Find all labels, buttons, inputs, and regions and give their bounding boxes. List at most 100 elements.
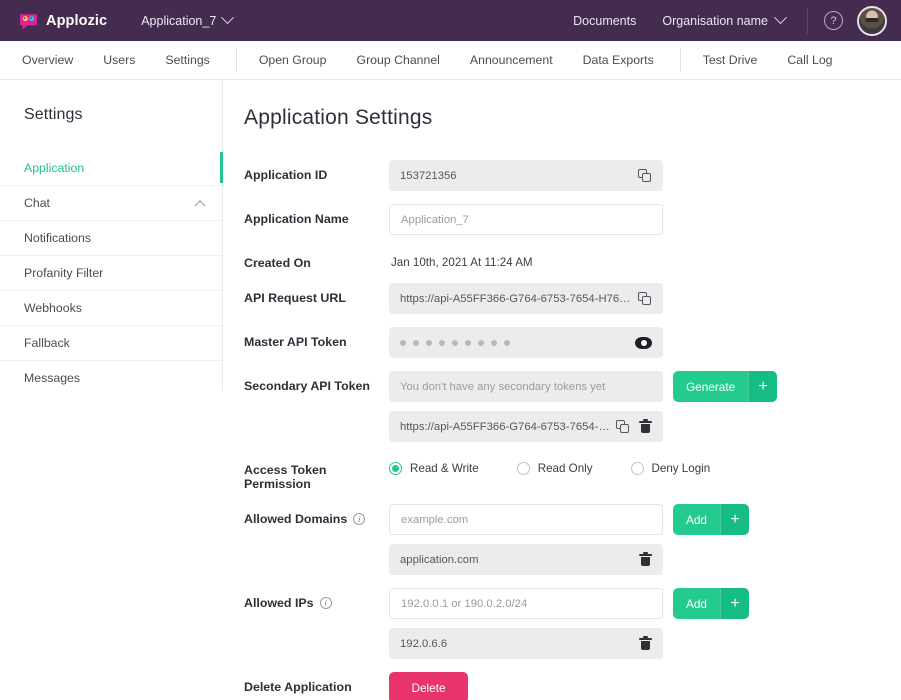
nav-divider — [679, 48, 681, 72]
sidebar-item-label: Application — [24, 160, 85, 175]
sidebar-item-webhooks[interactable]: Webhooks — [0, 290, 222, 325]
row-application-name: Application Name Application_7 — [244, 204, 901, 235]
sidebar-list: Application Chat Notifications Profanity… — [0, 150, 223, 395]
sidebar-title: Settings — [24, 106, 83, 123]
add-ip-button[interactable]: Add + — [673, 588, 749, 619]
organisation-switcher-label: Organisation name — [662, 13, 768, 28]
sidebar-item-messages[interactable]: Messages — [0, 360, 222, 395]
add-domain-label: Add — [673, 504, 720, 535]
chevron-up-icon — [194, 200, 206, 212]
trash-icon[interactable] — [639, 635, 652, 651]
trash-icon[interactable] — [639, 418, 652, 434]
sidebar-item-notifications[interactable]: Notifications — [0, 220, 222, 255]
master-api-token-field — [389, 327, 663, 358]
applozic-speech-bubble-logo — [18, 11, 39, 31]
radio-label: Read & Write — [410, 462, 479, 475]
sidebar-item-label: Messages — [24, 371, 81, 385]
info-icon[interactable]: i — [353, 513, 366, 525]
radio-indicator — [516, 462, 530, 475]
allowed-domains-placeholder: example.com — [401, 513, 469, 526]
allowed-ip-value: 192.0.6.6 — [400, 637, 448, 650]
plus-icon: + — [748, 371, 778, 402]
copy-icon[interactable] — [616, 419, 630, 434]
created-on-value: Jan 10th, 2021 At 11:24 AM — [391, 256, 533, 269]
sidebar-item-label: Fallback — [24, 336, 70, 350]
delete-application-button[interactable]: Delete — [389, 672, 468, 700]
sidebar-item-fallback[interactable]: Fallback — [0, 325, 222, 360]
avatar[interactable] — [857, 5, 887, 36]
plus-icon: + — [720, 588, 749, 619]
application-switcher[interactable]: Application_7 — [141, 11, 235, 28]
help-icon[interactable]: ? — [824, 11, 843, 30]
api-request-url-value: https://api-A55FF366-G764-6753-7654-H76F… — [400, 292, 632, 305]
radio-deny-login[interactable]: Deny Login — [630, 462, 710, 475]
spacer-label — [244, 628, 389, 636]
radio-label: Read Only — [537, 462, 593, 475]
row-allowed-domain-entry: application.com — [244, 544, 901, 575]
copy-icon[interactable] — [638, 168, 652, 183]
nav-item-open-group[interactable]: Open Group — [259, 53, 327, 67]
sidebar-item-label: Webhooks — [24, 301, 82, 315]
info-icon[interactable]: i — [319, 597, 332, 609]
eye-icon[interactable] — [635, 336, 652, 349]
allowed-ips-input[interactable]: 192.0.0.1 or 190.0.2.0/24 — [389, 588, 663, 619]
brand-logo[interactable]: Applozic — [18, 11, 107, 31]
page-body: Settings Application Chat Notifications … — [0, 80, 901, 700]
row-created-on: Created On Jan 10th, 2021 At 11:24 AM — [244, 248, 901, 270]
row-secondary-api-token-entry: https://api-A55FF366-G764-6753-7654-H76F… — [244, 411, 901, 442]
application-name-value: Application_7 — [401, 213, 469, 226]
radio-read-only[interactable]: Read Only — [516, 462, 593, 475]
generate-token-button[interactable]: Generate + — [673, 371, 778, 402]
radio-indicator — [389, 462, 402, 475]
row-access-token-permission: Access Token Permission Read & Write Rea… — [244, 455, 901, 491]
application-id-value: 153721356 — [400, 169, 457, 182]
add-domain-button[interactable]: Add + — [673, 504, 749, 535]
sidebar-item-application[interactable]: Application — [0, 150, 223, 185]
nav-item-group-channel[interactable]: Group Channel — [357, 53, 440, 67]
trash-icon[interactable] — [639, 551, 652, 567]
sidebar-item-chat[interactable]: Chat — [0, 185, 222, 220]
documents-link[interactable]: Documents — [573, 14, 636, 28]
page-title: Application Settings — [244, 106, 433, 129]
secondary-api-token-entry: https://api-A55FF366-G764-6753-7654-H76F… — [389, 411, 663, 442]
nav-item-announcement[interactable]: Announcement — [470, 53, 553, 67]
copy-icon[interactable] — [638, 291, 652, 306]
nav-item-users[interactable]: Users — [103, 53, 135, 67]
access-token-permission-radio-group: Read & Write Read Only Deny Login — [389, 455, 748, 475]
application-id-field: 153721356 — [389, 160, 663, 191]
nav-item-test-drive[interactable]: Test Drive — [703, 53, 758, 67]
sidebar-item-label: Notifications — [24, 231, 91, 245]
add-ip-label: Add — [673, 588, 720, 619]
settings-sidebar: Settings Application Chat Notifications … — [0, 80, 223, 391]
nav-item-call-log[interactable]: Call Log — [787, 53, 832, 67]
main-content: Application Settings Application ID 1537… — [223, 80, 901, 700]
radio-read-write[interactable]: Read & Write — [389, 462, 479, 475]
generate-token-label: Generate — [673, 371, 749, 402]
allowed-domains-input[interactable]: example.com — [389, 504, 663, 535]
application-name-label: Application Name — [244, 212, 349, 226]
api-request-url-field: https://api-A55FF366-G764-6753-7654-H76F… — [389, 283, 663, 314]
master-api-token-label: Master API Token — [244, 335, 347, 349]
nav-item-overview[interactable]: Overview — [22, 53, 73, 67]
secondary-api-token-placeholder-field: You don't have any secondary tokens yet — [389, 371, 663, 402]
secondary-api-token-value: https://api-A55FF366-G764-6753-7654-H76F… — [400, 420, 610, 433]
spacer-label — [244, 544, 389, 552]
secondary-nav-bar: Overview Users Settings Open Group Group… — [0, 41, 901, 80]
application-name-input[interactable]: Application_7 — [389, 204, 663, 235]
row-api-request-url: API Request URL https://api-A55FF366-G76… — [244, 283, 901, 314]
delete-application-label: Delete Application — [244, 680, 352, 694]
organisation-switcher[interactable]: Organisation name — [662, 11, 787, 28]
nav-item-data-exports[interactable]: Data Exports — [583, 53, 654, 67]
sidebar-item-label: Chat — [24, 196, 50, 210]
nav-item-settings[interactable]: Settings — [165, 53, 209, 67]
chevron-down-icon — [221, 11, 235, 25]
allowed-domains-label: Allowed Domains i — [244, 504, 389, 526]
application-switcher-label: Application_7 — [141, 13, 217, 28]
allowed-ips-label: Allowed IPs i — [244, 588, 389, 610]
allowed-ips-placeholder: 192.0.0.1 or 190.0.2.0/24 — [401, 597, 528, 610]
header-divider — [807, 7, 808, 34]
sidebar-item-profanity-filter[interactable]: Profanity Filter — [0, 255, 222, 290]
chevron-down-icon — [774, 11, 787, 25]
created-on-label: Created On — [244, 256, 311, 270]
allowed-domains-label-text: Allowed Domains — [244, 512, 348, 526]
